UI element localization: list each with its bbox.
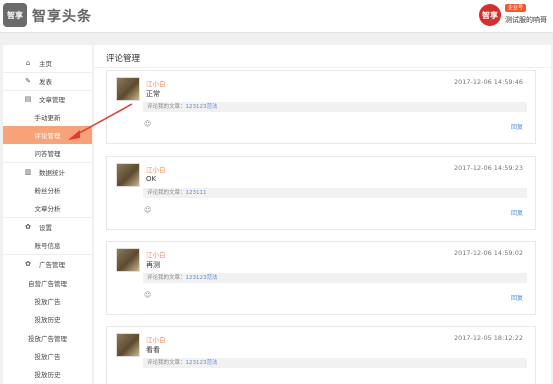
sidebar-item-publish[interactable]: ✎ 发表 (3, 72, 92, 90)
page-title: 评论管理 (106, 54, 141, 64)
main-panel: 评论管理 江小白 2017-12-06 14:59:46 正常 评论我的文章：1… (94, 45, 551, 384)
edit-icon: ✎ (25, 77, 31, 85)
comment-card: 江小白 2017-12-06 14:59:46 正常 评论我的文章：123123… (106, 70, 536, 144)
comment-card: 江小白 2017-12-06 14:59:02 再测 评论我的文章：123123… (106, 241, 536, 315)
sidebar-item-article-analysis[interactable]: 文章分析 (3, 199, 92, 217)
bar-chart-icon: ▥ (24, 168, 32, 176)
comment-time: 2017-12-05 18:12:22 (453, 334, 523, 342)
article-link[interactable]: 123123范法 (186, 360, 218, 366)
sidebar-item-settings[interactable]: ✿ 设置 (3, 218, 92, 236)
divider (94, 67, 551, 68)
sidebar-item-ad-history[interactable]: 投放历史 (3, 310, 92, 328)
comment-text: 看看 (146, 346, 160, 354)
reply-button[interactable]: 回复 (511, 208, 523, 217)
commenter-avatar[interactable] (116, 333, 140, 357)
annotation-arrow (68, 103, 133, 140)
comment-text: OK (146, 175, 157, 183)
comment-card: 江小白 2017-12-06 14:59:23 OK 评论我的文章：123111… (106, 156, 536, 230)
top-header: 智享 智享头条 智享 企业号 测试服的响哥 (0, 0, 553, 33)
sidebar-item-placed-ad-management[interactable]: 投放广告管理 (3, 329, 92, 347)
commenter-name[interactable]: 江小白 (146, 164, 166, 174)
comment-time: 2017-12-06 14:59:23 (453, 164, 523, 172)
comment-time: 2017-12-06 14:59:46 (453, 78, 523, 86)
comment-text: 正常 (146, 90, 160, 98)
comment-bubble-icon[interactable]: ☺ (144, 291, 152, 299)
comment-article-ref: 评论我的文章：123111 (143, 188, 527, 198)
sidebar-item-fan-analysis[interactable]: 粉丝分析 (3, 181, 92, 199)
commenter-avatar[interactable] (116, 77, 140, 101)
sidebar-item-place-ad[interactable]: 投放广告 (3, 292, 92, 310)
sidebar-item-ad-management[interactable]: ✿ 广告管理 (3, 255, 92, 273)
comment-text: 再测 (146, 261, 160, 269)
sidebar: ⌂ 主页 ✎ 发表 ▤ 文章管理 手动更新 评论管理 问答管理 ▥ 数据统计 粉… (3, 45, 92, 384)
gear-icon: ✿ (25, 223, 31, 231)
comment-time: 2017-12-06 14:59:02 (453, 249, 523, 257)
sidebar-item-home[interactable]: ⌂ 主页 (3, 54, 92, 72)
commenter-avatar[interactable] (116, 163, 140, 187)
commenter-name[interactable]: 江小白 (146, 334, 166, 344)
article-link[interactable]: 123123范法 (186, 275, 218, 281)
comment-bubble-icon[interactable]: ☺ (144, 206, 152, 214)
comment-bubble-icon[interactable]: ☺ (144, 120, 152, 128)
sidebar-item-statistics[interactable]: ▥ 数据统计 (3, 163, 92, 181)
sidebar-item-place-ad-2[interactable]: 投放广告 (3, 347, 92, 365)
reply-button[interactable]: 回复 (511, 122, 523, 131)
account-avatar[interactable]: 智享 (479, 4, 501, 26)
document-icon: ▤ (24, 95, 32, 103)
account-name[interactable]: 测试服的响哥 (505, 15, 547, 25)
article-link[interactable]: 123111 (186, 190, 207, 196)
comment-card: 江小白 2017-12-05 18:12:22 看看 评论我的文章：123123… (106, 326, 536, 384)
commenter-avatar[interactable] (116, 248, 140, 272)
logo-icon[interactable]: 智享 (3, 3, 27, 27)
comment-article-ref: 评论我的文章：123123范法 (143, 358, 527, 368)
logo-text[interactable]: 智享头条 (32, 6, 92, 26)
account-type-badge: 企业号 (505, 4, 527, 12)
sidebar-item-ad-history-2[interactable]: 投放历史 (3, 365, 92, 383)
sidebar-item-own-ad-management[interactable]: 自营广告管理 (3, 274, 92, 292)
reply-button[interactable]: 回复 (511, 293, 523, 302)
article-link[interactable]: 123123范法 (186, 104, 218, 110)
commenter-name[interactable]: 江小白 (146, 249, 166, 259)
gear-icon: ✿ (25, 260, 31, 268)
commenter-name[interactable]: 江小白 (146, 78, 166, 88)
sidebar-item-account-info[interactable]: 账号信息 (3, 236, 92, 254)
comment-article-ref: 评论我的文章：123123范法 (143, 102, 527, 112)
comment-article-ref: 评论我的文章：123123范法 (143, 273, 527, 283)
home-icon: ⌂ (25, 59, 31, 67)
